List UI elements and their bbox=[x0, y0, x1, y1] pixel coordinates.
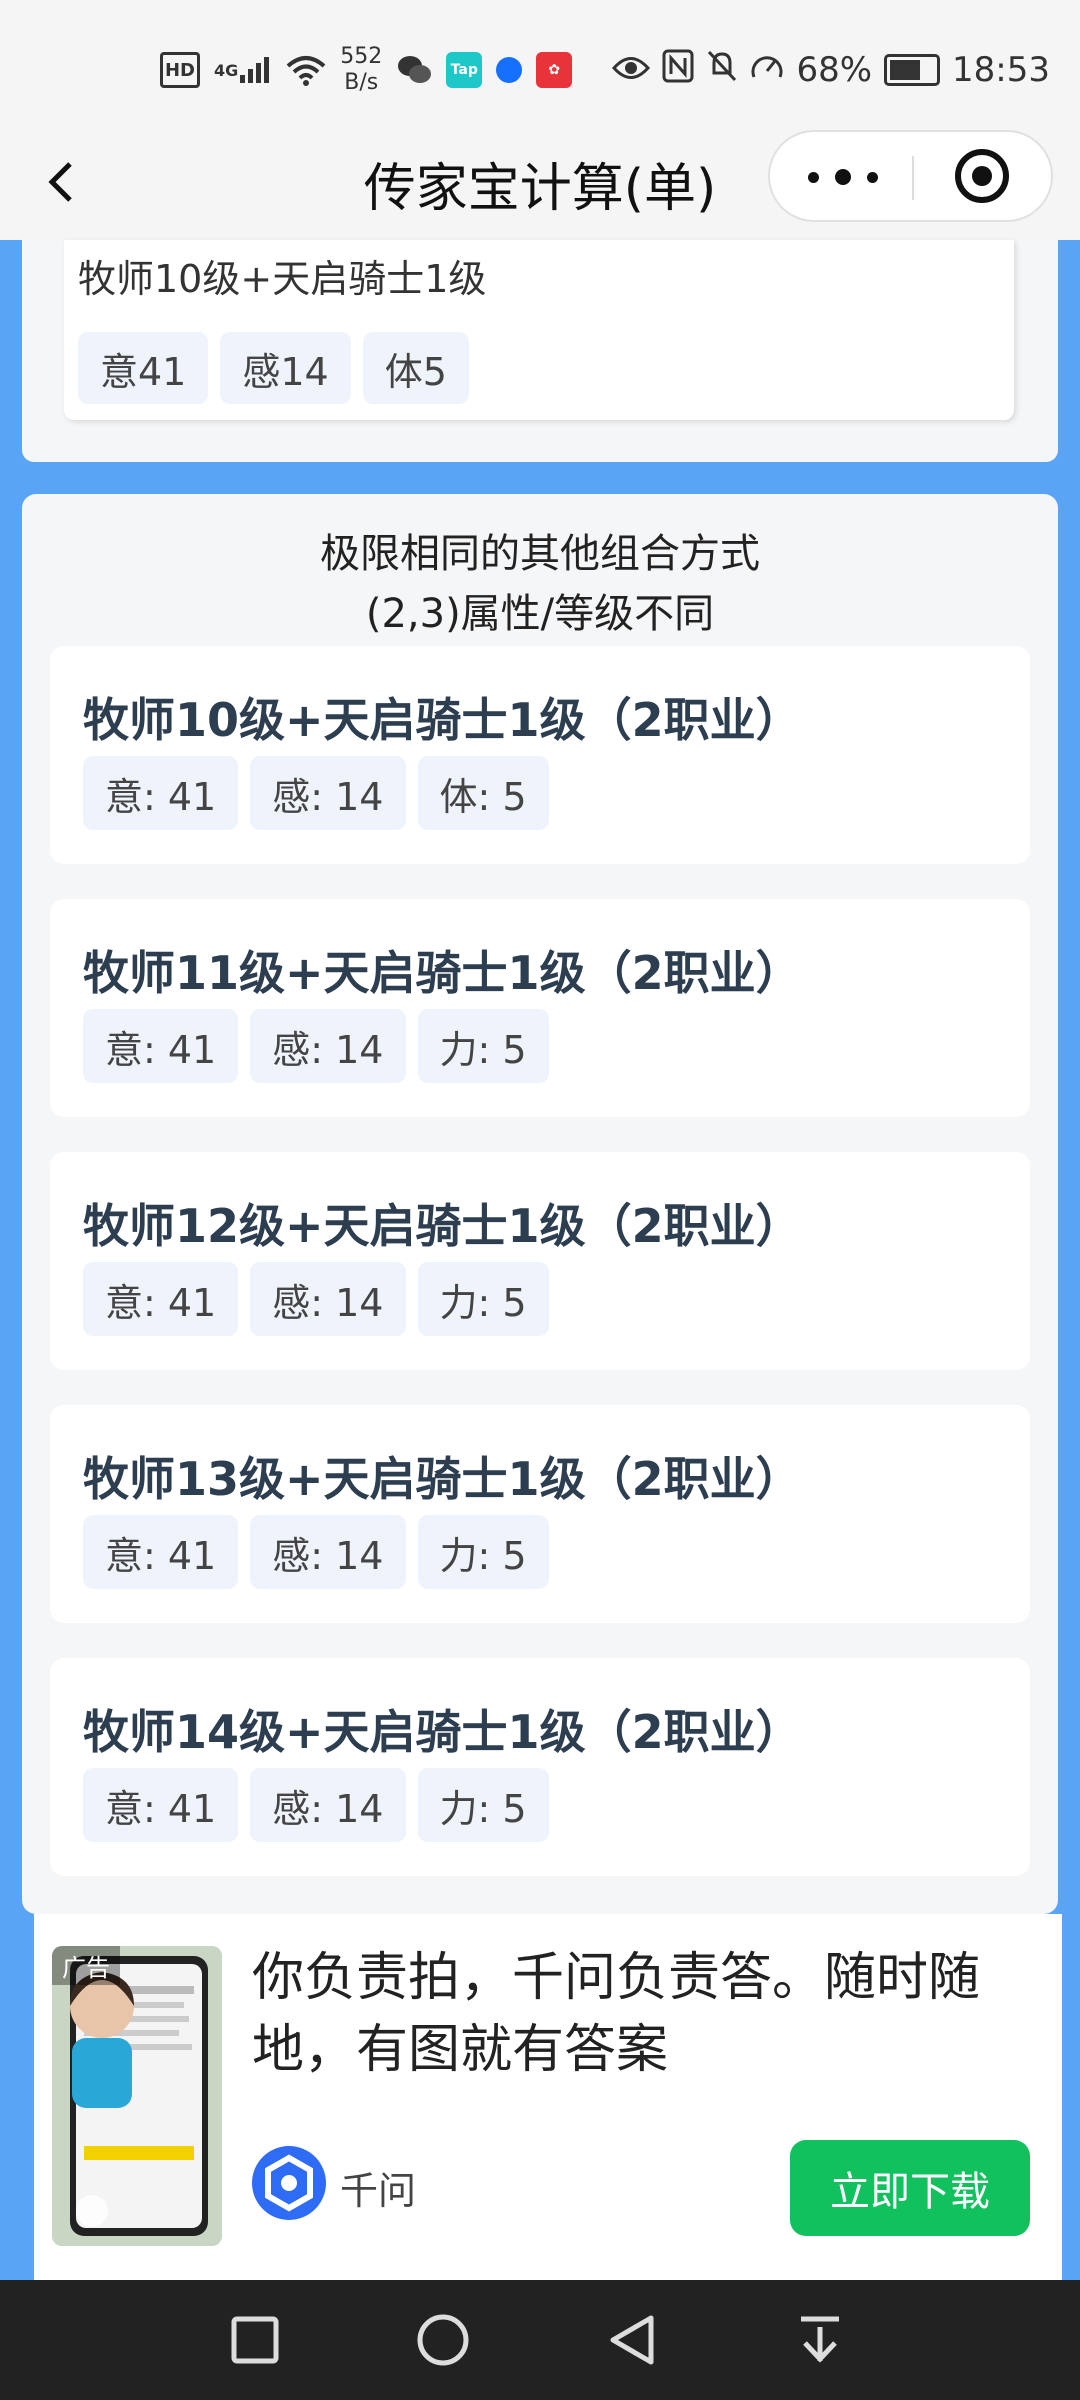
signal-icon: 4G bbox=[214, 53, 272, 87]
attr-tag: 意: 41 bbox=[83, 756, 239, 830]
ad-banner[interactable]: 广告 你负责拍，千问负责答。随时随地，有图就有答案 千问 立即下载 bbox=[34, 1914, 1062, 2280]
home-button[interactable] bbox=[383, 2280, 503, 2400]
more-menu-button[interactable] bbox=[808, 162, 878, 192]
mute-bell-icon bbox=[706, 49, 738, 92]
attr-tag: 力: 5 bbox=[417, 1515, 549, 1589]
attr-tag: 意: 41 bbox=[83, 1515, 239, 1589]
network-speed: 552 B/s bbox=[340, 44, 382, 96]
attr-tag: 力: 5 bbox=[417, 1768, 549, 1842]
combo-card[interactable]: 牧师10级+天启骑士1级（2职业） 意: 41 感: 14 体: 5 bbox=[50, 646, 1030, 864]
attr-tag: 意: 41 bbox=[83, 1009, 239, 1083]
system-nav-bar bbox=[0, 2280, 1080, 2400]
combo-title: 牧师10级+天启骑士1级（2职业） bbox=[83, 693, 802, 747]
attr-tag: 感: 14 bbox=[250, 1009, 406, 1083]
more-dot-right bbox=[867, 171, 878, 183]
attr-tag: 感14 bbox=[220, 332, 351, 404]
result-tags: 意41 感14 体5 bbox=[78, 332, 469, 404]
app-circle-icon bbox=[496, 57, 523, 83]
data-saver-icon bbox=[750, 50, 784, 90]
combos-heading-line2: (2,3)属性/等级不同 bbox=[365, 591, 715, 637]
nfc-icon bbox=[662, 49, 694, 92]
more-dot-center bbox=[835, 169, 851, 185]
wifi-icon bbox=[286, 53, 326, 87]
app-flower-icon: ✿ bbox=[536, 52, 573, 88]
network-type: 4G bbox=[214, 60, 239, 80]
clock: 18:53 bbox=[952, 50, 1050, 90]
square-icon bbox=[231, 2316, 279, 2364]
result-card: 牧师10级+天启骑士1级 意41 感14 体5 bbox=[64, 240, 1014, 420]
combo-card[interactable]: 牧师14级+天启骑士1级（2职业） 意: 41 感: 14 力: 5 bbox=[50, 1658, 1030, 1876]
hd-icon: HD bbox=[160, 52, 200, 88]
ad-image[interactable]: 广告 bbox=[52, 1946, 222, 2246]
pull-down-icon bbox=[801, 2316, 839, 2363]
combo-tags: 意: 41 感: 14 力: 5 bbox=[83, 1262, 549, 1336]
combo-title: 牧师12级+天启骑士1级（2职业） bbox=[83, 1199, 802, 1253]
attr-tag: 意: 41 bbox=[83, 1262, 239, 1336]
combo-title: 牧师14级+天启骑士1级（2职业） bbox=[83, 1705, 802, 1759]
combo-tags: 意: 41 感: 14 体: 5 bbox=[83, 756, 549, 830]
combos-heading-line1: 极限相同的其他组合方式 bbox=[320, 531, 760, 577]
ad-brand-name: 千问 bbox=[340, 2169, 417, 2213]
ad-headline[interactable]: 你负责拍，千问负责答。随时随地，有图就有答案 bbox=[252, 1942, 1012, 2086]
wechat-icon bbox=[396, 52, 432, 88]
back-nav-button[interactable] bbox=[572, 2280, 692, 2400]
battery-icon bbox=[884, 54, 941, 86]
ad-phone-image bbox=[52, 1946, 222, 2246]
qianwen-logo-icon bbox=[252, 2146, 326, 2220]
combos-panel: 极限相同的其他组合方式 (2,3)属性/等级不同 牧师10级+天启骑士1级（2职… bbox=[22, 494, 1058, 1914]
attr-tag: 力: 5 bbox=[417, 1009, 549, 1083]
attr-tag: 感: 14 bbox=[250, 1262, 406, 1336]
attr-tag: 体5 bbox=[362, 332, 469, 404]
download-button[interactable]: 立即下载 bbox=[790, 2140, 1030, 2236]
ad-badge: 广告 bbox=[52, 1946, 120, 1985]
notification-pull-button[interactable] bbox=[760, 2280, 880, 2400]
capsule-divider bbox=[912, 156, 914, 200]
battery-fill bbox=[890, 60, 920, 80]
circle-icon bbox=[417, 2314, 469, 2366]
more-dots-icon bbox=[808, 171, 819, 183]
combo-card[interactable]: 牧师13级+天启骑士1级（2职业） 意: 41 感: 14 力: 5 bbox=[50, 1405, 1030, 1623]
combo-card[interactable]: 牧师11级+天启骑士1级（2职业） 意: 41 感: 14 力: 5 bbox=[50, 899, 1030, 1117]
triangle-back-icon bbox=[610, 2315, 654, 2365]
status-bar: HD 4G 552 B/s Tap ✿ 68% 18:53 bbox=[0, 0, 1080, 130]
eye-icon bbox=[612, 50, 651, 90]
attr-tag: 感: 14 bbox=[250, 756, 406, 830]
combo-tags: 意: 41 感: 14 力: 5 bbox=[83, 1768, 549, 1842]
combos-heading: 极限相同的其他组合方式 (2,3)属性/等级不同 bbox=[22, 524, 1058, 644]
attr-tag: 感: 14 bbox=[250, 1768, 406, 1842]
attr-tag: 感: 14 bbox=[250, 1515, 406, 1589]
combo-title: 牧师13级+天启骑士1级（2职业） bbox=[83, 1452, 802, 1506]
attr-tag: 意41 bbox=[78, 332, 209, 404]
combo-card[interactable]: 牧师12级+天启骑士1级（2职业） 意: 41 感: 14 力: 5 bbox=[50, 1152, 1030, 1370]
recent-apps-button[interactable] bbox=[195, 2280, 315, 2400]
battery-percent: 68% bbox=[796, 50, 873, 90]
combo-title: 牧师11级+天启骑士1级（2职业） bbox=[83, 946, 802, 1000]
combo-tags: 意: 41 感: 14 力: 5 bbox=[83, 1515, 549, 1589]
speed-unit: B/s bbox=[344, 70, 379, 95]
speed-value: 552 bbox=[340, 44, 383, 69]
attr-tag: 意: 41 bbox=[83, 1768, 239, 1842]
result-panel: 牧师10级+天启骑士1级 意41 感14 体5 bbox=[22, 240, 1058, 462]
status-right: 68% 18:53 bbox=[612, 42, 1050, 98]
close-miniprogram-button[interactable] bbox=[955, 149, 1009, 203]
taptap-icon: Tap bbox=[446, 52, 483, 88]
attr-tag: 体: 5 bbox=[417, 756, 549, 830]
combo-tags: 意: 41 感: 14 力: 5 bbox=[83, 1009, 549, 1083]
mini-program-capsule bbox=[768, 130, 1053, 222]
attr-tag: 力: 5 bbox=[417, 1262, 549, 1336]
status-left: HD 4G 552 B/s Tap ✿ bbox=[160, 42, 573, 98]
title-bar: 传家宝计算(单) bbox=[0, 130, 1080, 240]
result-title: 牧师10级+天启骑士1级 bbox=[78, 257, 487, 301]
